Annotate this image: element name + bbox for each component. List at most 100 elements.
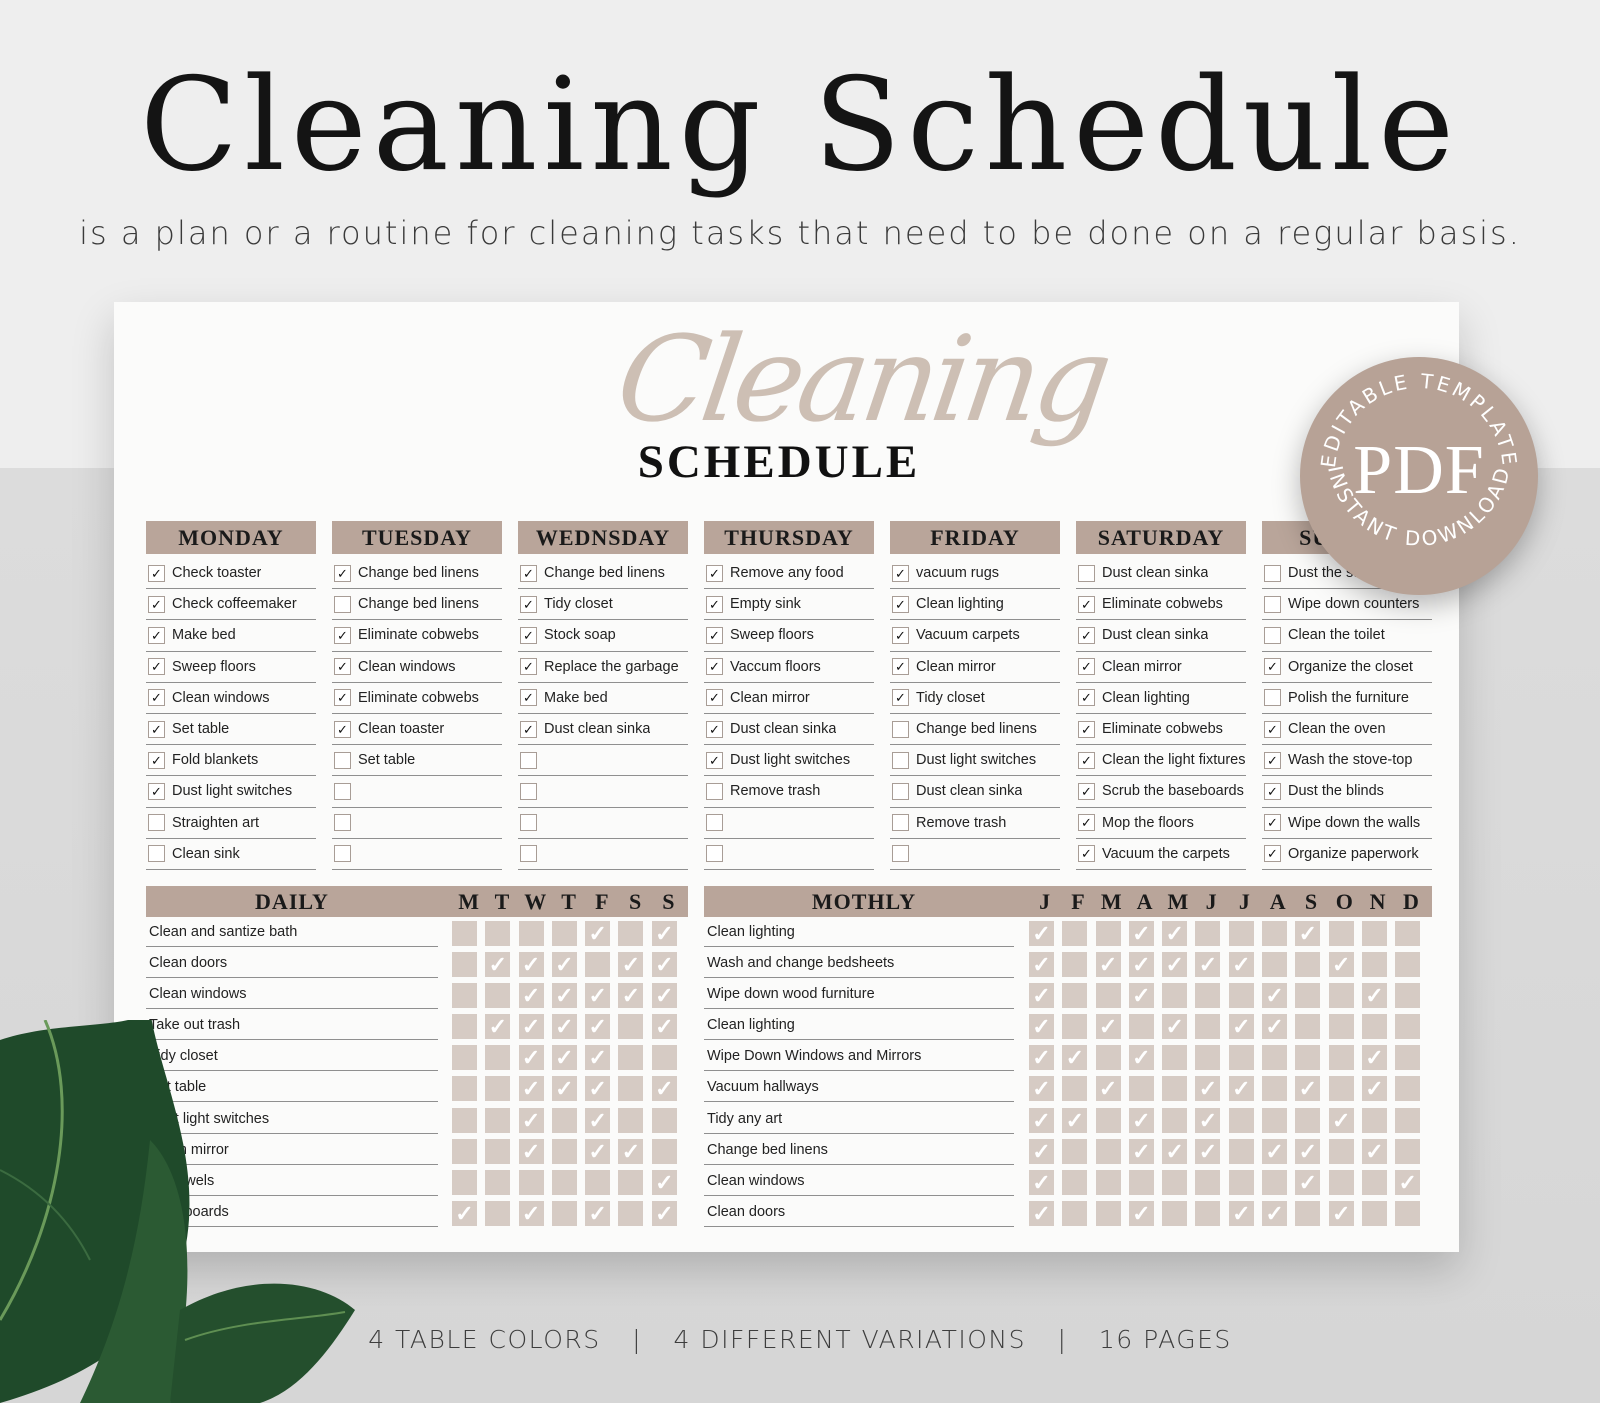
task-checkbox[interactable]: ✓ bbox=[1078, 845, 1095, 863]
check-cell[interactable]: ✓ bbox=[1029, 921, 1054, 946]
check-cell[interactable] bbox=[452, 1076, 477, 1102]
task-checkbox[interactable]: ✓ bbox=[892, 595, 909, 613]
check-cell[interactable] bbox=[518, 1169, 544, 1195]
check-cell[interactable]: ✓ bbox=[651, 921, 677, 946]
check-cell[interactable] bbox=[1095, 1107, 1121, 1133]
check-cell[interactable] bbox=[551, 1107, 577, 1133]
check-cell[interactable] bbox=[1295, 983, 1321, 1009]
task-checkbox[interactable]: ✓ bbox=[334, 658, 351, 676]
task-checkbox[interactable]: ✓ bbox=[520, 689, 537, 707]
task-checkbox[interactable]: ✓ bbox=[148, 595, 165, 613]
task-checkbox[interactable] bbox=[520, 814, 537, 832]
task-checkbox[interactable]: ✓ bbox=[1078, 782, 1095, 800]
check-cell[interactable]: ✓ bbox=[585, 921, 611, 946]
check-cell[interactable] bbox=[1128, 1169, 1154, 1195]
check-cell[interactable] bbox=[1062, 1169, 1088, 1195]
check-cell[interactable] bbox=[651, 1107, 677, 1133]
task-checkbox[interactable]: ✓ bbox=[148, 564, 165, 582]
check-cell[interactable] bbox=[485, 1045, 511, 1071]
task-checkbox[interactable]: ✓ bbox=[1078, 689, 1095, 707]
check-cell[interactable] bbox=[618, 1076, 644, 1102]
check-cell[interactable] bbox=[1328, 1014, 1354, 1040]
check-cell[interactable]: ✓ bbox=[1029, 1200, 1054, 1226]
check-cell[interactable]: ✓ bbox=[1361, 1045, 1387, 1071]
check-cell[interactable] bbox=[485, 1107, 511, 1133]
check-cell[interactable] bbox=[651, 1045, 677, 1071]
check-cell[interactable]: ✓ bbox=[485, 1014, 511, 1040]
check-cell[interactable]: ✓ bbox=[651, 952, 677, 978]
check-cell[interactable]: ✓ bbox=[518, 1076, 544, 1102]
check-cell[interactable] bbox=[618, 921, 644, 946]
check-cell[interactable] bbox=[1262, 1045, 1288, 1071]
task-checkbox[interactable] bbox=[892, 751, 909, 769]
check-cell[interactable]: ✓ bbox=[1029, 1076, 1054, 1102]
task-checkbox[interactable]: ✓ bbox=[334, 626, 351, 644]
check-cell[interactable]: ✓ bbox=[585, 1014, 611, 1040]
check-cell[interactable]: ✓ bbox=[1328, 1107, 1354, 1133]
check-cell[interactable] bbox=[1295, 1107, 1321, 1133]
check-cell[interactable]: ✓ bbox=[518, 1200, 544, 1226]
check-cell[interactable] bbox=[452, 1138, 477, 1164]
check-cell[interactable] bbox=[1128, 1014, 1154, 1040]
check-cell[interactable]: ✓ bbox=[1228, 1076, 1254, 1102]
task-checkbox[interactable]: ✓ bbox=[520, 564, 537, 582]
check-cell[interactable]: ✓ bbox=[651, 1200, 677, 1226]
task-checkbox[interactable]: ✓ bbox=[1264, 782, 1281, 800]
task-checkbox[interactable] bbox=[520, 751, 537, 769]
check-cell[interactable]: ✓ bbox=[1361, 1076, 1387, 1102]
task-checkbox[interactable] bbox=[334, 845, 351, 863]
task-checkbox[interactable] bbox=[148, 814, 165, 832]
task-checkbox[interactable]: ✓ bbox=[1264, 845, 1281, 863]
check-cell[interactable] bbox=[1062, 983, 1088, 1009]
check-cell[interactable] bbox=[618, 1200, 644, 1226]
check-cell[interactable]: ✓ bbox=[1262, 1138, 1288, 1164]
task-checkbox[interactable] bbox=[1078, 564, 1095, 582]
check-cell[interactable]: ✓ bbox=[1128, 1138, 1154, 1164]
check-cell[interactable] bbox=[1395, 1138, 1421, 1164]
check-cell[interactable]: ✓ bbox=[618, 952, 644, 978]
check-cell[interactable] bbox=[1162, 1107, 1188, 1133]
task-checkbox[interactable]: ✓ bbox=[520, 626, 537, 644]
check-cell[interactable]: ✓ bbox=[585, 1076, 611, 1102]
check-cell[interactable]: ✓ bbox=[1029, 1107, 1054, 1133]
check-cell[interactable]: ✓ bbox=[551, 1014, 577, 1040]
check-cell[interactable] bbox=[485, 983, 511, 1009]
check-cell[interactable] bbox=[1395, 1014, 1421, 1040]
check-cell[interactable] bbox=[1395, 952, 1421, 978]
check-cell[interactable] bbox=[551, 1169, 577, 1195]
task-checkbox[interactable]: ✓ bbox=[706, 689, 723, 707]
check-cell[interactable] bbox=[1361, 1169, 1387, 1195]
check-cell[interactable]: ✓ bbox=[1029, 1138, 1054, 1164]
task-checkbox[interactable]: ✓ bbox=[1264, 658, 1281, 676]
task-checkbox[interactable]: ✓ bbox=[1078, 658, 1095, 676]
check-cell[interactable] bbox=[1095, 983, 1121, 1009]
task-checkbox[interactable]: ✓ bbox=[1264, 814, 1281, 832]
check-cell[interactable]: ✓ bbox=[1195, 1107, 1221, 1133]
task-checkbox[interactable]: ✓ bbox=[520, 595, 537, 613]
check-cell[interactable] bbox=[585, 952, 611, 978]
check-cell[interactable] bbox=[1195, 921, 1221, 946]
check-cell[interactable]: ✓ bbox=[585, 1107, 611, 1133]
task-checkbox[interactable]: ✓ bbox=[1264, 751, 1281, 769]
check-cell[interactable]: ✓ bbox=[1228, 1200, 1254, 1226]
check-cell[interactable] bbox=[1095, 1169, 1121, 1195]
check-cell[interactable] bbox=[1328, 1045, 1354, 1071]
check-cell[interactable]: ✓ bbox=[1228, 1014, 1254, 1040]
task-checkbox[interactable] bbox=[334, 751, 351, 769]
check-cell[interactable] bbox=[1395, 1200, 1421, 1226]
check-cell[interactable] bbox=[452, 921, 477, 946]
check-cell[interactable]: ✓ bbox=[1295, 1138, 1321, 1164]
task-checkbox[interactable]: ✓ bbox=[1264, 720, 1281, 738]
check-cell[interactable] bbox=[452, 1169, 477, 1195]
check-cell[interactable]: ✓ bbox=[1128, 1045, 1154, 1071]
check-cell[interactable] bbox=[1062, 921, 1088, 946]
check-cell[interactable]: ✓ bbox=[1162, 952, 1188, 978]
check-cell[interactable]: ✓ bbox=[1029, 983, 1054, 1009]
check-cell[interactable] bbox=[518, 921, 544, 946]
task-checkbox[interactable] bbox=[1264, 626, 1281, 644]
task-checkbox[interactable]: ✓ bbox=[334, 564, 351, 582]
check-cell[interactable]: ✓ bbox=[618, 1138, 644, 1164]
task-checkbox[interactable]: ✓ bbox=[148, 626, 165, 644]
check-cell[interactable] bbox=[1295, 1200, 1321, 1226]
check-cell[interactable] bbox=[1162, 1200, 1188, 1226]
